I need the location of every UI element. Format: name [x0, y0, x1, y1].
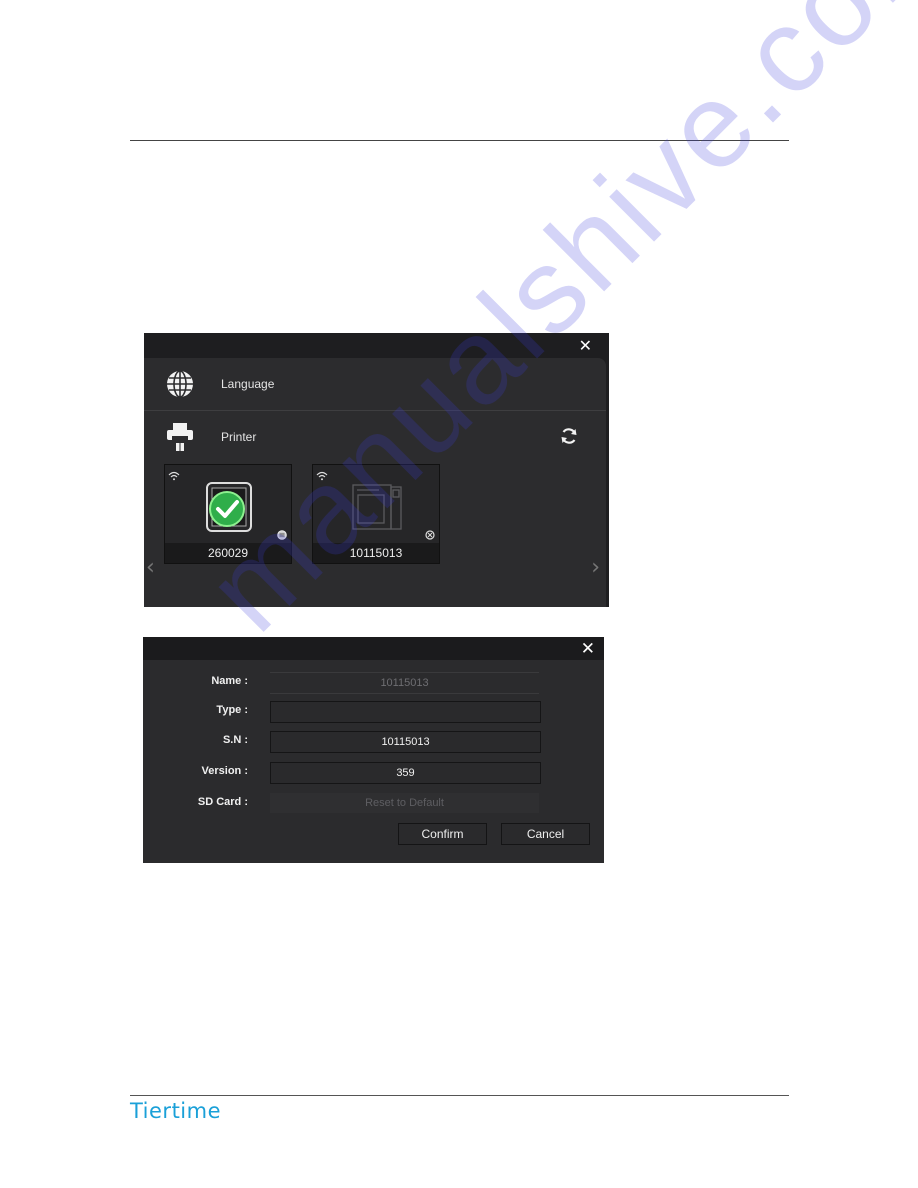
close-icon[interactable]: ✕ [581, 639, 595, 659]
sn-field: 10115013 [270, 731, 541, 753]
prev-page-arrow[interactable]: ‹ [146, 555, 155, 580]
name-label: Name : [211, 675, 248, 687]
sd-card-field-row: SD Card : Reset to Default [143, 793, 604, 815]
settings-panel: Language Printer 260029 10115013 ‹ › [144, 358, 606, 607]
sd-card-label: SD Card : [197, 796, 248, 808]
printer-row: Printer [144, 411, 606, 463]
name-field-row: Name : 10115013 [143, 672, 604, 694]
dialog-titlebar: ✕ [144, 333, 609, 358]
wifi-icon [168, 468, 180, 486]
printer-card[interactable]: 260029 [164, 464, 292, 564]
brand-logo: Tiertime [130, 1099, 222, 1123]
globe-icon [163, 367, 197, 401]
printer-name: 10115013 [313, 543, 439, 563]
type-label: Type : [216, 704, 248, 716]
printer-settings-dialog: ✕ Language Printer 260029 10115013 ‹ › [144, 333, 609, 607]
version-label: Version : [201, 765, 248, 777]
wifi-icon [316, 468, 328, 486]
printer-selected-thumbnail [201, 479, 257, 535]
printer-icon [163, 420, 197, 454]
footer-rule [130, 1095, 789, 1096]
close-icon[interactable]: ✕ [579, 336, 592, 355]
cancel-button[interactable]: Cancel [501, 823, 590, 845]
next-page-arrow[interactable]: › [591, 555, 600, 580]
confirm-button[interactable]: Confirm [398, 823, 487, 845]
printer-card[interactable]: 10115013 [312, 464, 440, 564]
name-input[interactable]: 10115013 [270, 672, 539, 694]
version-field-row: Version : 359 [143, 762, 604, 784]
refresh-icon[interactable] [560, 427, 578, 450]
version-field: 359 [270, 762, 541, 784]
printer-list: 260029 10115013 [164, 464, 440, 564]
language-row[interactable]: Language [144, 358, 606, 410]
type-field-row: Type : [143, 701, 604, 723]
sn-label: S.N : [222, 734, 248, 746]
sn-field-row: S.N : 10115013 [143, 731, 604, 753]
printer-label: Printer [221, 430, 257, 444]
printer-name: 260029 [165, 543, 291, 563]
type-field [270, 701, 541, 723]
header-rule [130, 140, 789, 141]
printer-thumbnail [349, 479, 405, 535]
reset-to-default-button[interactable]: Reset to Default [270, 793, 539, 813]
language-label: Language [221, 377, 275, 391]
printer-info-dialog: ✕ Name : 10115013 Type : S.N : 10115013 … [143, 637, 604, 863]
dialog-titlebar: ✕ [143, 637, 604, 660]
